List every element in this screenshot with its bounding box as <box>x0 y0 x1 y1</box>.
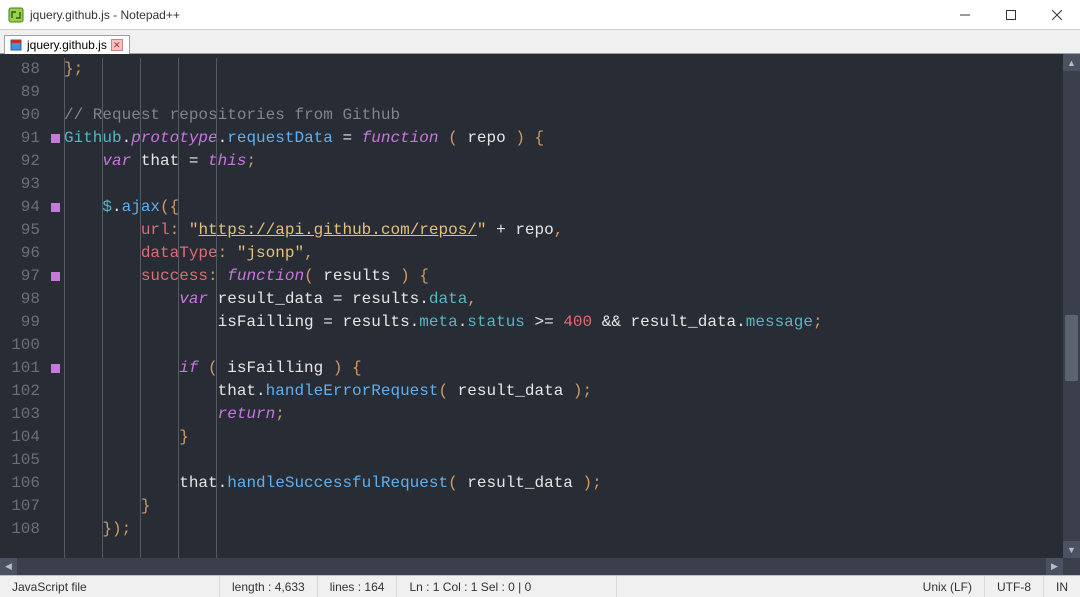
line-number: 107 <box>4 495 40 518</box>
file-tab[interactable]: jquery.github.js ✕ <box>4 35 130 54</box>
code-line[interactable] <box>64 81 1063 104</box>
line-number: 95 <box>4 219 40 242</box>
code-line[interactable] <box>64 449 1063 472</box>
fold-strip[interactable] <box>48 54 62 558</box>
horizontal-scrollbar[interactable]: ◀ ▶ <box>0 558 1063 575</box>
line-number: 100 <box>4 334 40 357</box>
line-number: 93 <box>4 173 40 196</box>
line-number: 96 <box>4 242 40 265</box>
code-line[interactable]: }); <box>64 518 1063 541</box>
line-number: 89 <box>4 81 40 104</box>
code-line[interactable] <box>64 173 1063 196</box>
line-number: 88 <box>4 58 40 81</box>
vertical-scrollbar[interactable]: ▲ ▼ <box>1063 54 1080 558</box>
code-line[interactable] <box>64 334 1063 357</box>
line-number: 91 <box>4 127 40 150</box>
code-line[interactable]: if ( isFailling ) { <box>64 357 1063 380</box>
scroll-up-icon[interactable]: ▲ <box>1063 54 1080 71</box>
line-number: 103 <box>4 403 40 426</box>
tab-bar: jquery.github.js ✕ <box>0 30 1080 54</box>
line-number: 105 <box>4 449 40 472</box>
status-language: JavaScript file <box>0 576 220 597</box>
app-icon <box>8 7 24 23</box>
line-number: 106 <box>4 472 40 495</box>
scroll-track[interactable] <box>1063 71 1080 541</box>
status-eol: Unix (LF) <box>911 576 985 597</box>
status-position: Ln : 1 Col : 1 Sel : 0 | 0 <box>397 576 617 597</box>
code-line[interactable]: Github.prototype.requestData = function … <box>64 127 1063 150</box>
status-length: length : 4,633 <box>220 576 318 597</box>
minimize-button[interactable] <box>942 0 988 29</box>
scroll-down-icon[interactable]: ▼ <box>1063 541 1080 558</box>
code-line[interactable]: success: function( results ) { <box>64 265 1063 288</box>
file-icon <box>9 38 23 52</box>
fold-toggle-icon[interactable] <box>51 364 60 373</box>
line-number: 94 <box>4 196 40 219</box>
line-number: 98 <box>4 288 40 311</box>
status-encoding: UTF-8 <box>985 576 1044 597</box>
code-line[interactable]: return; <box>64 403 1063 426</box>
window-title: jquery.github.js - Notepad++ <box>30 8 942 22</box>
file-tab-label: jquery.github.js <box>27 38 107 52</box>
status-insert-mode: IN <box>1044 576 1080 597</box>
close-button[interactable] <box>1034 0 1080 29</box>
fold-toggle-icon[interactable] <box>51 272 60 281</box>
scroll-right-icon[interactable]: ▶ <box>1046 558 1063 575</box>
line-number: 97 <box>4 265 40 288</box>
line-number-gutter: 8889909192939495969798991001011021031041… <box>0 54 48 558</box>
line-number: 104 <box>4 426 40 449</box>
code-line[interactable]: // Request repositories from Github <box>64 104 1063 127</box>
editor: 8889909192939495969798991001011021031041… <box>0 54 1080 558</box>
code-line[interactable]: that.handleSuccessfulRequest( result_dat… <box>64 472 1063 495</box>
window-controls <box>942 0 1080 29</box>
code-line[interactable]: }; <box>64 58 1063 81</box>
code-line[interactable]: that.handleErrorRequest( result_data ); <box>64 380 1063 403</box>
status-lines: lines : 164 <box>318 576 398 597</box>
code-area[interactable]: }; // Request repositories from GithubGit… <box>62 54 1063 558</box>
line-number: 102 <box>4 380 40 403</box>
code-line[interactable]: var that = this; <box>64 150 1063 173</box>
scroll-left-icon[interactable]: ◀ <box>0 558 17 575</box>
line-number: 92 <box>4 150 40 173</box>
code-line[interactable]: $.ajax({ <box>64 196 1063 219</box>
line-number: 101 <box>4 357 40 380</box>
code-line[interactable]: isFailling = results.meta.status >= 400 … <box>64 311 1063 334</box>
code-line[interactable]: dataType: "jsonp", <box>64 242 1063 265</box>
status-bar: JavaScript file length : 4,633 lines : 1… <box>0 575 1080 597</box>
line-number: 108 <box>4 518 40 541</box>
maximize-button[interactable] <box>988 0 1034 29</box>
scroll-thumb[interactable] <box>1065 315 1078 381</box>
code-line[interactable]: url: "https://api.github.com/repos/" + r… <box>64 219 1063 242</box>
line-number: 90 <box>4 104 40 127</box>
scroll-track-h[interactable] <box>17 558 1046 575</box>
tab-close-icon[interactable]: ✕ <box>111 39 123 51</box>
window-titlebar: jquery.github.js - Notepad++ <box>0 0 1080 30</box>
line-number: 99 <box>4 311 40 334</box>
scroll-corner <box>1063 558 1080 575</box>
code-line[interactable]: var result_data = results.data, <box>64 288 1063 311</box>
code-line[interactable]: } <box>64 426 1063 449</box>
code-line[interactable]: } <box>64 495 1063 518</box>
fold-toggle-icon[interactable] <box>51 134 60 143</box>
fold-toggle-icon[interactable] <box>51 203 60 212</box>
